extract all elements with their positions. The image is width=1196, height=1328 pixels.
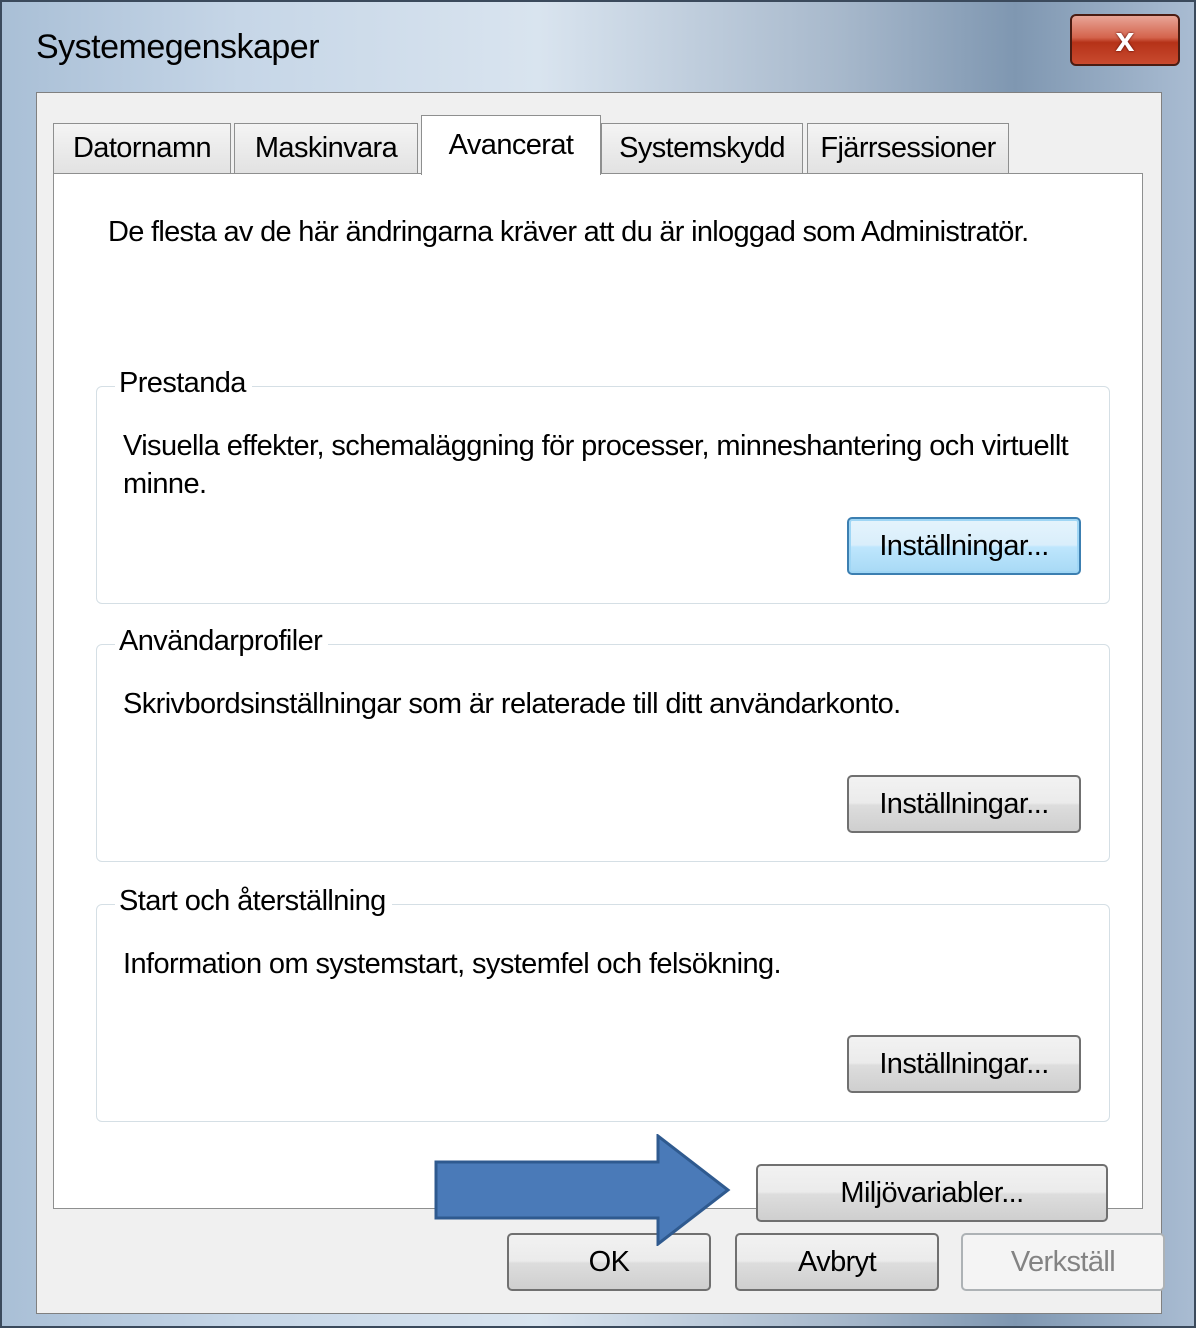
- tab-label: Avancerat: [448, 129, 574, 161]
- user-profiles-group: Användarprofiler Skrivbordsinställningar…: [96, 625, 1110, 862]
- performance-group: Prestanda Visuella effekter, schemaläggn…: [96, 367, 1110, 604]
- tab-label: Datornamn: [72, 132, 212, 164]
- performance-settings-button[interactable]: Inställningar...: [847, 517, 1081, 575]
- tab-systemskydd[interactable]: Systemskydd: [601, 123, 803, 173]
- close-button[interactable]: x: [1070, 14, 1180, 66]
- user-profiles-description: Skrivbordsinställningar som är relaterad…: [123, 688, 901, 720]
- tab-label: Fjärrsessioner: [820, 132, 996, 164]
- window-title: Systemegenskaper: [36, 28, 320, 66]
- user-profiles-group-title: Användarprofiler: [115, 625, 329, 658]
- apply-button[interactable]: Verkställ: [961, 1233, 1165, 1291]
- tab-fjarrsessioner[interactable]: Fjärrsessioner: [807, 123, 1009, 173]
- environment-variables-button[interactable]: Miljövariabler...: [756, 1164, 1108, 1222]
- tab-label: Systemskydd: [619, 132, 785, 164]
- startup-recovery-group: Start och återställning Information om s…: [96, 885, 1110, 1122]
- advanced-tab-panel: De flesta av de här ändringarna kräver a…: [53, 173, 1143, 1246]
- performance-group-title: Prestanda: [115, 367, 252, 400]
- cancel-button[interactable]: Avbryt: [735, 1233, 939, 1291]
- close-icon: x: [1115, 21, 1135, 59]
- tab-datornamn[interactable]: Datornamn: [53, 123, 231, 173]
- admin-info-text: De flesta av de här ändringarna kräver a…: [108, 216, 1029, 248]
- startup-recovery-description: Information om systemstart, systemfel oc…: [123, 948, 782, 980]
- performance-description: Visuella effekter, schemaläggning för pr…: [123, 430, 1069, 500]
- tab-avancerat[interactable]: Avancerat: [421, 115, 601, 175]
- startup-recovery-group-title: Start och återställning: [115, 885, 392, 918]
- right-arrow-icon: [434, 1134, 731, 1246]
- user-profiles-settings-button[interactable]: Inställningar...: [847, 775, 1081, 833]
- system-properties-window: Systemegenskaper x Datornamn Maskinvara …: [0, 0, 1196, 1328]
- tab-maskinvara[interactable]: Maskinvara: [234, 123, 418, 173]
- startup-recovery-settings-button[interactable]: Inställningar...: [847, 1035, 1081, 1093]
- tab-label: Maskinvara: [254, 132, 398, 164]
- title-bar[interactable]: Systemegenskaper x: [2, 2, 1194, 92]
- dialog-client-area: Datornamn Maskinvara Avancerat Systemsky…: [36, 92, 1165, 1314]
